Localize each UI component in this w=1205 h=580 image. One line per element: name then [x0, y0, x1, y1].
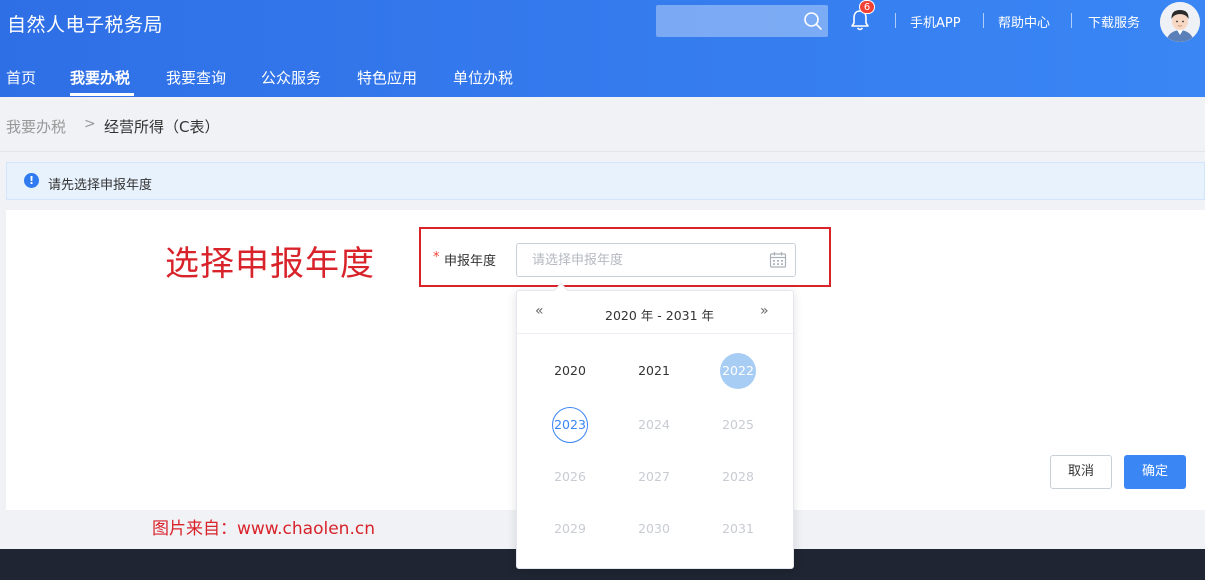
watermark-text: 图片来自：www.chaolen.cn — [152, 519, 375, 539]
breadcrumb-parent[interactable]: 我要办税 — [6, 116, 66, 137]
year-cell-2030: 2030 — [638, 521, 670, 536]
year-input[interactable] — [516, 243, 796, 277]
help-center-link[interactable]: 帮助中心 — [998, 12, 1050, 31]
year-cell-2021[interactable]: 2021 — [636, 353, 672, 389]
nav-featured-apps[interactable]: 特色应用 — [357, 67, 417, 88]
chevron-right-icon: > — [84, 116, 96, 132]
info-icon: ! — [24, 173, 39, 188]
nav-public-service[interactable]: 公众服务 — [261, 67, 321, 88]
double-chevron-left-icon[interactable]: « — [535, 303, 544, 319]
download-service-link[interactable]: 下载服务 — [1088, 12, 1140, 31]
notice-bar — [6, 162, 1205, 200]
picker-range-label: 2020 年 - 2031 年 — [605, 308, 715, 323]
notification-badge: 6 — [859, 0, 875, 14]
breadcrumb-current: 经营所得（C表） — [104, 118, 220, 136]
avatar[interactable] — [1160, 2, 1200, 42]
year-cell-2022[interactable]: 2022 — [720, 353, 756, 389]
year-cell-2025: 2025 — [722, 417, 754, 432]
year-field-label: 申报年度 — [444, 254, 497, 269]
header-divider — [1071, 13, 1072, 28]
mobile-app-link[interactable]: 手机APP — [910, 12, 961, 31]
nav-home[interactable]: 首页 — [6, 67, 36, 88]
header-divider — [983, 13, 984, 28]
required-mark: * — [433, 250, 440, 265]
year-cell-2031: 2031 — [722, 521, 754, 536]
year-cell-2027: 2027 — [638, 469, 670, 484]
header-divider — [895, 13, 896, 28]
search-input[interactable] — [656, 5, 796, 37]
app-title[interactable]: 自然人电子税务局 — [7, 10, 163, 37]
double-chevron-right-icon[interactable]: » — [760, 303, 769, 319]
year-cell-2026: 2026 — [554, 469, 586, 484]
year-cell-2023[interactable]: 2023 — [552, 407, 588, 443]
year-cell-2029: 2029 — [554, 521, 586, 536]
notice-text: 请先选择申报年度 — [48, 178, 153, 193]
year-cell-2028: 2028 — [722, 469, 754, 484]
year-cell-2024: 2024 — [638, 417, 670, 432]
nav-active-indicator — [70, 93, 134, 96]
search-icon[interactable] — [803, 11, 823, 31]
search-box[interactable] — [656, 5, 828, 37]
cancel-button[interactable]: 取消 — [1050, 455, 1112, 489]
calendar-icon[interactable] — [769, 251, 787, 269]
annotation-label: 选择申报年度 — [165, 244, 375, 284]
user-avatar-icon — [1160, 2, 1200, 42]
nav-query[interactable]: 我要查询 — [166, 67, 226, 88]
nav-unit-tax[interactable]: 单位办税 — [453, 67, 513, 88]
year-cell-2020[interactable]: 2020 — [552, 353, 588, 389]
confirm-button[interactable]: 确定 — [1124, 455, 1186, 489]
picker-divider — [517, 333, 793, 334]
nav-tax-handling[interactable]: 我要办税 — [70, 67, 130, 88]
